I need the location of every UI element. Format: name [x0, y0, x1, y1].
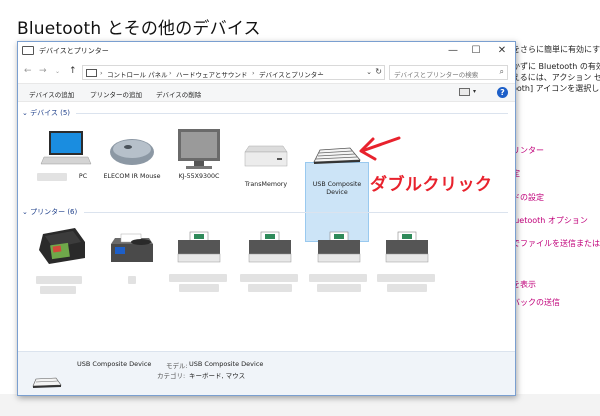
back-arrow-icon[interactable]: ← [24, 66, 32, 76]
device-elecom-mouse[interactable]: ELECOM IR Mouse [100, 130, 164, 180]
recent-chevron-icon[interactable]: ⌄ [55, 68, 60, 75]
redacted-label [248, 284, 292, 292]
add-printer-button[interactable]: プリンターの追加 [90, 89, 142, 99]
control-panel-icon [22, 46, 34, 55]
search-icon[interactable]: ⌕ [500, 67, 504, 77]
address-field[interactable]: › コントロール パネル › ハードウェアとサウンド › デバイスとプリンター … [82, 65, 385, 80]
breadcrumb-control-panel[interactable]: コントロール パネル [107, 69, 168, 79]
add-device-button[interactable]: デバイスの追加 [29, 89, 74, 99]
view-options-icon[interactable] [459, 88, 470, 96]
search-placeholder: デバイスとプリンターの検索 [394, 71, 479, 79]
devices-printers-window: デバイスとプリンター — ☐ ✕ ← → ⌄ ↑ › コントロール パネル › … [17, 41, 516, 396]
device-label: KJ-55X9300C [178, 173, 220, 180]
device-pc[interactable]: PC [33, 130, 97, 181]
device-transmemory[interactable]: TransMemory [234, 136, 298, 188]
printer-icon [385, 231, 429, 263]
redacted-label [387, 284, 427, 292]
annotation-text: ダブルクリック [370, 175, 493, 195]
window-titlebar[interactable]: デバイスとプリンター — ☐ ✕ [18, 42, 515, 60]
annotation-arrow-icon [359, 136, 401, 161]
breadcrumb-hardware-sound[interactable]: ハードウェアとサウンド [176, 69, 247, 79]
printer-item[interactable] [238, 230, 302, 292]
settings-link-send-files[interactable]: でファイルを送信または受 [512, 238, 600, 249]
redacted-label [40, 286, 76, 294]
minimize-button[interactable]: — [443, 44, 463, 58]
settings-link-feedback[interactable]: バックの送信 [512, 297, 560, 308]
command-bar: デバイスの追加 プリンターの追加 デバイスの削除 ▾ ? [18, 83, 515, 102]
details-device-name: USB Composite Device [77, 360, 152, 368]
printer-icon [248, 231, 292, 263]
keyboard-icon [32, 377, 62, 388]
printer-item[interactable] [375, 230, 439, 292]
maximize-button[interactable]: ☐ [466, 44, 486, 58]
laptop-icon [40, 131, 92, 165]
redacted-label [179, 284, 219, 292]
inkjet-printer-icon [39, 228, 85, 264]
remove-device-button[interactable]: デバイスの削除 [156, 89, 201, 99]
control-panel-icon [86, 69, 97, 77]
group-divider [76, 113, 508, 114]
breadcrumb-separator: › [169, 69, 172, 77]
settings-link-bluetooth-options[interactable]: luetooth オプション [512, 215, 588, 226]
fax-icon [111, 233, 153, 262]
settings-link-3[interactable]: ドの設定 [512, 192, 544, 203]
settings-bottom-strip [0, 394, 600, 416]
printers-group-label: プリンター (6) [30, 208, 78, 216]
printers-group-header[interactable]: ⌄ プリンター (6) [22, 207, 77, 217]
details-pane: USB Composite Device モデル: USB Composite … [18, 351, 515, 395]
devices-group-label: デバイス (5) [30, 109, 71, 117]
breadcrumb-devices-printers[interactable]: デバイスとプリンター [259, 69, 324, 79]
printer-item[interactable] [30, 222, 94, 294]
settings-text-2: かずに Bluetooth の有効 [512, 62, 600, 71]
mouse-icon [110, 139, 154, 165]
details-model-label: モデル: [166, 362, 188, 370]
details-category-value: キーボード, マウス [189, 372, 246, 380]
redacted-label [309, 274, 367, 282]
settings-link-printers[interactable]: リンター [512, 145, 544, 156]
printer-item[interactable] [307, 230, 371, 292]
settings-text-3: えるには、アクション センタ [512, 73, 600, 82]
breadcrumb-separator: › [319, 69, 322, 77]
settings-page-title: Bluetooth とその他のデバイス [17, 19, 261, 39]
drive-icon [244, 145, 288, 167]
breadcrumb-separator: › [100, 69, 103, 77]
device-label: USB Composite Device [312, 181, 362, 196]
printer-icon [177, 231, 221, 263]
device-kj-55x9300c[interactable]: KJ-55X9300C [167, 128, 231, 180]
printer-item[interactable] [167, 230, 231, 292]
redacted-label [317, 284, 361, 292]
details-model-value: USB Composite Device [189, 360, 264, 368]
view-dropdown-icon[interactable]: ▾ [473, 88, 476, 95]
monitor-icon [178, 129, 220, 169]
address-bar-row: ← → ⌄ ↑ › コントロール パネル › ハードウェアとサウンド › デバイ… [18, 62, 515, 82]
forward-arrow-icon[interactable]: → [39, 66, 47, 76]
printer-icon [317, 231, 361, 263]
help-icon[interactable]: ? [497, 87, 508, 98]
details-category-label: カテゴリ: [157, 372, 186, 380]
redacted-label [128, 276, 136, 284]
redacted-label [169, 274, 227, 282]
device-label: ELECOM IR Mouse [103, 173, 161, 180]
redacted-label [36, 276, 82, 284]
redacted-label [240, 274, 298, 282]
devices-group-header[interactable]: ⌄ デバイス (5) [22, 108, 70, 118]
printer-item[interactable] [100, 230, 164, 284]
search-field[interactable]: デバイスとプリンターの検索 ⌕ [389, 65, 508, 80]
up-arrow-icon[interactable]: ↑ [69, 66, 77, 76]
group-divider [84, 212, 508, 213]
device-label: TransMemory [244, 181, 288, 188]
address-dropdown-icon[interactable]: ⌄ [366, 68, 372, 76]
breadcrumb-separator: › [252, 69, 255, 77]
settings-text-1: をさらに簡単に有効にする [512, 45, 600, 54]
window-title: デバイスとプリンター [39, 47, 109, 55]
refresh-icon[interactable]: ↻ [375, 67, 382, 76]
close-button[interactable]: ✕ [492, 44, 512, 58]
settings-text-4: ooth] アイコンを選択しま [512, 84, 600, 93]
redacted-label [377, 274, 435, 282]
